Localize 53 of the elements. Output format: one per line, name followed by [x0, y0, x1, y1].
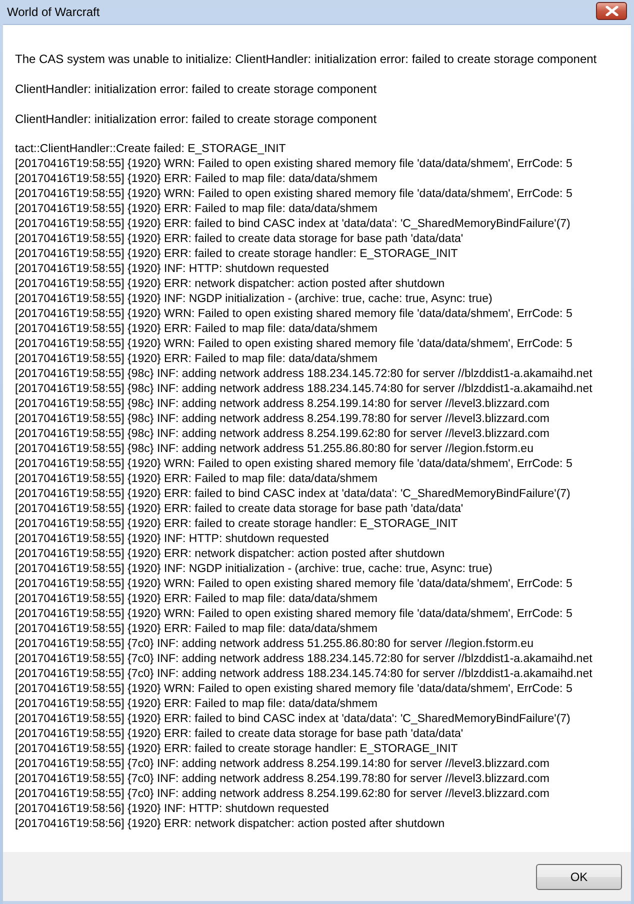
log-line: [20170416T19:58:55] {1920} WRN: Failed to open existing shared memory file 'data/data/shmem', ErrCode: 5: [15, 607, 574, 622]
log-line: [20170416T19:58:55] {1920} ERR: failed to create storage handler: E_STORAGE_INIT: [15, 742, 459, 757]
log-line: [20170416T19:58:55] {7c0} INF: adding network address 8.254.199.78:80 for server //level3.blizzard.com: [15, 772, 550, 787]
error-message: The CAS system was unable to initialize: ClientHandler: initialization error: failed to create storage component: [15, 52, 598, 67]
log-line: [20170416T19:58:55] {1920} INF: HTTP: shutdown requested: [15, 532, 330, 547]
log-line: [20170416T19:58:55] {1920} ERR: Failed to map file: data/data/shmem: [15, 352, 378, 367]
log-line: [20170416T19:58:55] {1920} ERR: network dispatcher: action posted after shutdown: [15, 277, 446, 292]
log-line: [20170416T19:58:55] {7c0} INF: adding network address 188.234.145.74:80 for server //blzddist1-a.akamaihd.net: [15, 667, 594, 682]
log-line: [20170416T19:58:55] {98c} INF: adding network address 188.234.145.74:80 for server //blzddist1-a.akamaihd.net: [15, 382, 594, 397]
log-line: [20170416T19:58:55] {1920} ERR: Failed to map file: data/data/shmem: [15, 622, 378, 637]
log-line: [20170416T19:58:55] {7c0} INF: adding network address 51.255.86.80:80 for server //legion.fstorm.eu: [15, 637, 534, 652]
window-title: World of Warcraft: [7, 5, 100, 19]
log-line: [20170416T19:58:55] {98c} INF: adding network address 8.254.199.14:80 for server //level3.blizzard.com: [15, 397, 550, 412]
log-line: [20170416T19:58:55] {1920} ERR: failed to bind CASC index at 'data/data': 'C_SharedMemoryBindFailure'(7): [15, 487, 572, 502]
log-line: [20170416T19:58:55] {1920} WRN: Failed to open existing shared memory file 'data/data/shmem', ErrCode: 5: [15, 337, 574, 352]
log-line: [20170416T19:58:55] {1920} ERR: failed to create data storage for base path 'data/data': [15, 232, 464, 247]
log-line: [20170416T19:58:55] {1920} INF: NGDP initialization - (archive: true, cache: true, Async: true): [15, 292, 494, 307]
log-line: [20170416T19:58:55] {98c} INF: adding network address 8.254.199.62:80 for server //level3.blizzard.com: [15, 427, 550, 442]
error-message: ClientHandler: initialization error: failed to create storage component: [15, 82, 378, 97]
log-line: [20170416T19:58:55] {1920} ERR: failed to bind CASC index at 'data/data': 'C_SharedMemoryBindFailure'(7): [15, 217, 572, 232]
log-line: [20170416T19:58:55] {1920} ERR: failed to create data storage for base path 'data/data': [15, 727, 464, 742]
log-line: [20170416T19:58:55] {1920} ERR: Failed to map file: data/data/shmem: [15, 592, 378, 607]
log-line: [20170416T19:58:55] {1920} ERR: failed to create storage handler: E_STORAGE_INIT: [15, 517, 459, 532]
log-line: [20170416T19:58:55] {7c0} INF: adding network address 8.254.199.14:80 for server //level3.blizzard.com: [15, 757, 550, 772]
log-line: [20170416T19:58:55] {98c} INF: adding network address 51.255.86.80:80 for server //legion.fstorm.eu: [15, 442, 534, 457]
log-line: [20170416T19:58:55] {1920} ERR: Failed to map file: data/data/shmem: [15, 472, 378, 487]
log-line: [20170416T19:58:55] {1920} ERR: Failed to map file: data/data/shmem: [15, 322, 378, 337]
log-line: [20170416T19:58:55] {1920} ERR: failed to create data storage for base path 'data/data': [15, 502, 464, 517]
close-icon: [604, 6, 618, 16]
log-line: [20170416T19:58:55] {98c} INF: adding network address 8.254.199.78:80 for server //level3.blizzard.com: [15, 412, 550, 427]
error-message: ClientHandler: initialization error: failed to create storage component: [15, 112, 378, 127]
log-line: tact::ClientHandler::Create failed: E_STORAGE_INIT: [15, 142, 287, 157]
log-line: [20170416T19:58:55] {1920} ERR: Failed to map file: data/data/shmem: [15, 172, 378, 187]
log-line: [20170416T19:58:55] {1920} WRN: Failed to open existing shared memory file 'data/data/shmem', ErrCode: 5: [15, 187, 574, 202]
log-line: [20170416T19:58:55] {7c0} INF: adding network address 188.234.145.72:80 for server //blzddist1-a.akamaihd.net: [15, 652, 594, 667]
log-line: [20170416T19:58:55] {1920} WRN: Failed to open existing shared memory file 'data/data/shmem', ErrCode: 5: [15, 577, 574, 592]
log-line: [20170416T19:58:55] {1920} ERR: failed to create storage handler: E_STORAGE_INIT: [15, 247, 459, 262]
log-line: [20170416T19:58:55] {1920} ERR: failed to bind CASC index at 'data/data': 'C_SharedMemoryBindFailure'(7): [15, 712, 572, 727]
log-line: [20170416T19:58:55] {7c0} INF: adding network address 8.254.199.62:80 for server //level3.blizzard.com: [15, 787, 550, 802]
log-line: [20170416T19:58:55] {1920} ERR: network dispatcher: action posted after shutdown: [15, 547, 446, 562]
close-button[interactable]: [596, 2, 627, 20]
log-line: [20170416T19:58:55] {1920} WRN: Failed to open existing shared memory file 'data/data/shmem', ErrCode: 5: [15, 157, 574, 172]
log-line: [20170416T19:58:55] {1920} INF: HTTP: shutdown requested: [15, 262, 330, 277]
log-line: [20170416T19:58:56] {1920} INF: HTTP: shutdown requested: [15, 802, 330, 817]
log-line: [20170416T19:58:55] {1920} WRN: Failed to open existing shared memory file 'data/data/shmem', ErrCode: 5: [15, 307, 574, 322]
log-line: [20170416T19:58:55] {1920} ERR: Failed to map file: data/data/shmem: [15, 202, 378, 217]
log-line: [20170416T19:58:55] {1920} ERR: Failed to map file: data/data/shmem: [15, 697, 378, 712]
log-line: [20170416T19:58:56] {1920} ERR: network dispatcher: action posted after shutdown: [15, 817, 446, 832]
log-line: [20170416T19:58:55] {1920} WRN: Failed to open existing shared memory file 'data/data/shmem', ErrCode: 5: [15, 682, 574, 697]
log-line: [20170416T19:58:55] {1920} INF: NGDP initialization - (archive: true, cache: true, Async: true): [15, 562, 494, 577]
ok-button[interactable]: OK: [536, 864, 622, 890]
log-line: [20170416T19:58:55] {98c} INF: adding network address 188.234.145.72:80 for server //blzddist1-a.akamaihd.net: [15, 367, 594, 382]
log-line: [20170416T19:58:55] {1920} WRN: Failed to open existing shared memory file 'data/data/shmem', ErrCode: 5: [15, 457, 574, 472]
